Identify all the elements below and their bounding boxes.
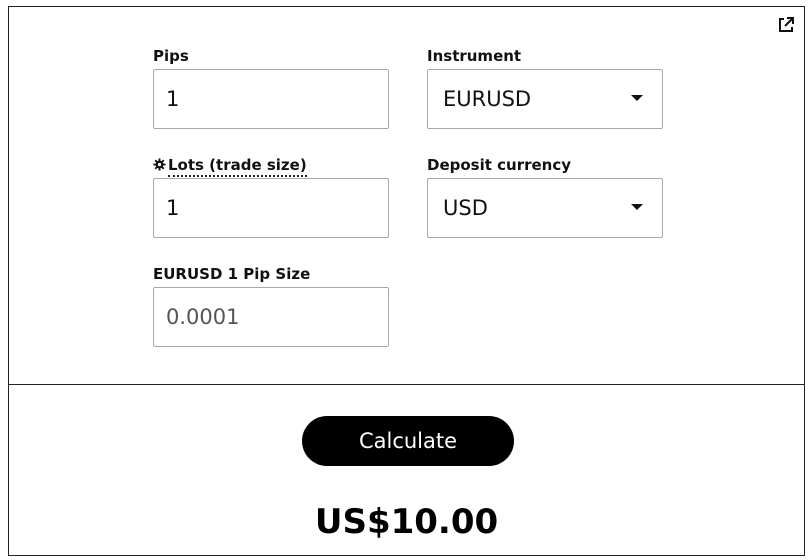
caret-down-icon bbox=[631, 204, 643, 210]
section-divider bbox=[8, 384, 805, 385]
pip-size-label: EURUSD 1 Pip Size bbox=[153, 265, 311, 283]
pips-label: Pips bbox=[153, 47, 189, 65]
pip-size-input[interactable] bbox=[154, 288, 388, 346]
calculate-button[interactable]: Calculate bbox=[302, 416, 514, 466]
lots-label: Lots (trade size) bbox=[153, 156, 307, 177]
caret-down-icon bbox=[631, 95, 643, 101]
calculator-panel bbox=[8, 6, 805, 556]
lots-label-text[interactable]: Lots (trade size) bbox=[168, 156, 307, 177]
pip-size-field bbox=[153, 287, 389, 347]
pips-field bbox=[153, 69, 389, 129]
instrument-label: Instrument bbox=[427, 47, 522, 65]
external-link-icon[interactable] bbox=[777, 16, 795, 34]
gear-icon[interactable] bbox=[153, 158, 166, 171]
deposit-currency-label: Deposit currency bbox=[427, 156, 572, 174]
instrument-select[interactable]: EURUSD bbox=[427, 69, 663, 129]
lots-input[interactable] bbox=[154, 179, 388, 237]
result-value: US$10.00 bbox=[314, 502, 499, 542]
pips-input[interactable] bbox=[154, 70, 388, 128]
deposit-currency-select[interactable]: USD bbox=[427, 178, 663, 238]
deposit-currency-selected-value: USD bbox=[443, 196, 488, 220]
instrument-selected-value: EURUSD bbox=[443, 87, 532, 111]
lots-field bbox=[153, 178, 389, 238]
